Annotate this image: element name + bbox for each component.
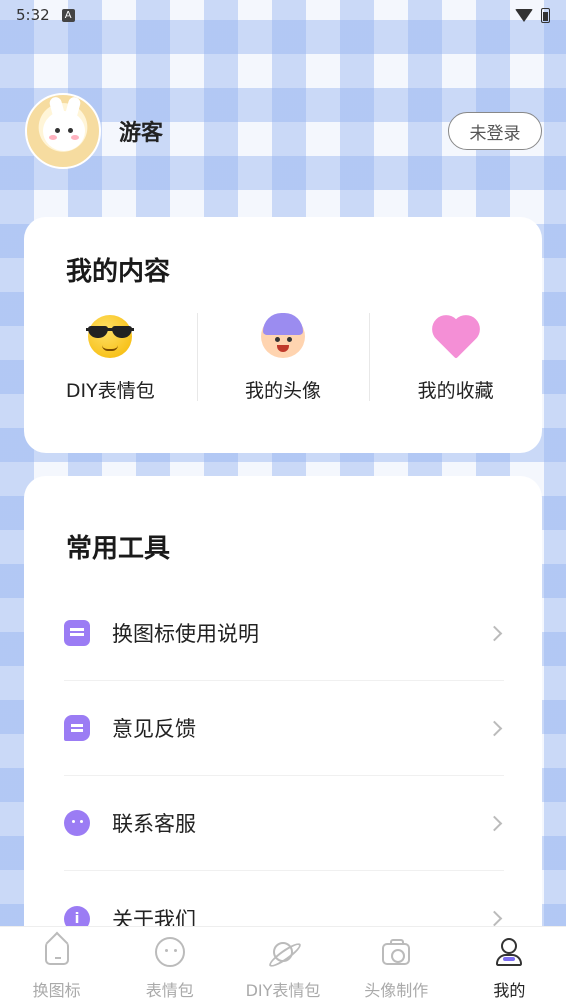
sunglasses [86, 326, 135, 338]
my-content-list: DIY表情包 我的头像 我的收藏 [24, 313, 542, 403]
heart-shape [435, 319, 476, 359]
notification-a-icon: A [61, 8, 75, 22]
avatar[interactable] [25, 93, 101, 169]
rabbit-blush [49, 135, 57, 140]
user-head [501, 938, 518, 954]
nav-item-diy-stickers[interactable]: DIY表情包 [226, 927, 339, 1006]
tools-title: 常用工具 [66, 534, 171, 564]
tool-item-usage-guide[interactable]: 换图标使用说明 [64, 586, 504, 681]
rabbit-eye [55, 128, 60, 133]
status-icons [515, 7, 550, 23]
nav-item-avatar-maker[interactable]: 头像制作 [340, 927, 453, 1006]
face-eye [275, 337, 280, 342]
nav-item-label: 我的 [493, 981, 526, 1000]
content-item-label: 我的头像 [245, 380, 322, 402]
document-icon [64, 620, 90, 646]
my-content-title: 我的内容 [66, 257, 171, 287]
chevron-right-icon [486, 625, 503, 641]
tools-card: 常用工具 换图标使用说明 意见反馈 联系客服 i 关于我们 [24, 476, 542, 996]
bottom-nav: 换图标 表情包 DIY表情包 头像制作 我的 [0, 926, 566, 1006]
login-button[interactable]: 未登录 [448, 112, 542, 150]
chat-icon [64, 715, 90, 741]
tool-list: 换图标使用说明 意见反馈 联系客服 i 关于我们 [64, 586, 504, 966]
status-bar: 5:32 A [0, 0, 566, 30]
face-mouth [277, 345, 289, 352]
tool-item-label: 意见反馈 [112, 717, 196, 741]
nav-item-stickers[interactable]: 表情包 [113, 927, 226, 1006]
wifi-icon [515, 8, 533, 22]
face-icon [64, 810, 90, 836]
content-item-diy[interactable]: DIY表情包 [24, 313, 197, 403]
nav-item-label: 换图标 [32, 981, 81, 1000]
user-accent [503, 957, 516, 961]
rabbit-eye [68, 128, 73, 133]
sunglasses-emoji-icon [86, 313, 135, 360]
heart-icon [432, 313, 480, 360]
camera-icon [381, 937, 411, 967]
nav-item-mine[interactable]: 我的 [453, 927, 566, 1006]
content-item-label: 我的收藏 [417, 380, 494, 402]
tool-item-label: 换图标使用说明 [112, 622, 259, 646]
nav-item-label: 头像制作 [364, 981, 429, 1000]
battery-icon [541, 7, 550, 23]
tool-item-support[interactable]: 联系客服 [64, 776, 504, 871]
home-shape [44, 941, 69, 965]
status-time: 5:32 [16, 6, 50, 24]
avatar-face-icon [259, 313, 307, 360]
username: 游客 [119, 121, 164, 146]
glasses-lens [112, 326, 133, 338]
camera-shape [382, 939, 411, 965]
chevron-right-icon [486, 720, 503, 736]
face-icon [154, 937, 185, 967]
chevron-right-icon [486, 815, 503, 831]
profile-header: 游客 未登录 [25, 92, 542, 170]
planet-shape [273, 942, 293, 962]
glasses-lens [88, 326, 109, 338]
rabbit-blush [71, 135, 79, 140]
nav-item-change-icon[interactable]: 换图标 [0, 927, 113, 1006]
user-icon [494, 937, 524, 967]
content-item-label: DIY表情包 [65, 380, 155, 402]
tool-item-feedback[interactable]: 意见反馈 [64, 681, 504, 776]
rabbit-face-icon [43, 111, 85, 151]
nav-item-label: DIY表情包 [245, 981, 321, 1000]
tool-item-label: 联系客服 [112, 812, 196, 836]
nav-item-label: 表情包 [145, 981, 194, 1000]
chevron-right-icon [486, 910, 503, 927]
planet-icon [268, 937, 298, 967]
home-icon [42, 937, 72, 967]
content-item-avatar[interactable]: 我的头像 [196, 313, 370, 403]
face-hat [263, 313, 303, 335]
face-shape [154, 937, 185, 967]
face-eye [287, 337, 292, 342]
my-content-card: 我的内容 DIY表情包 我的头像 我的收藏 [24, 217, 542, 453]
content-item-favorites[interactable]: 我的收藏 [369, 313, 542, 403]
